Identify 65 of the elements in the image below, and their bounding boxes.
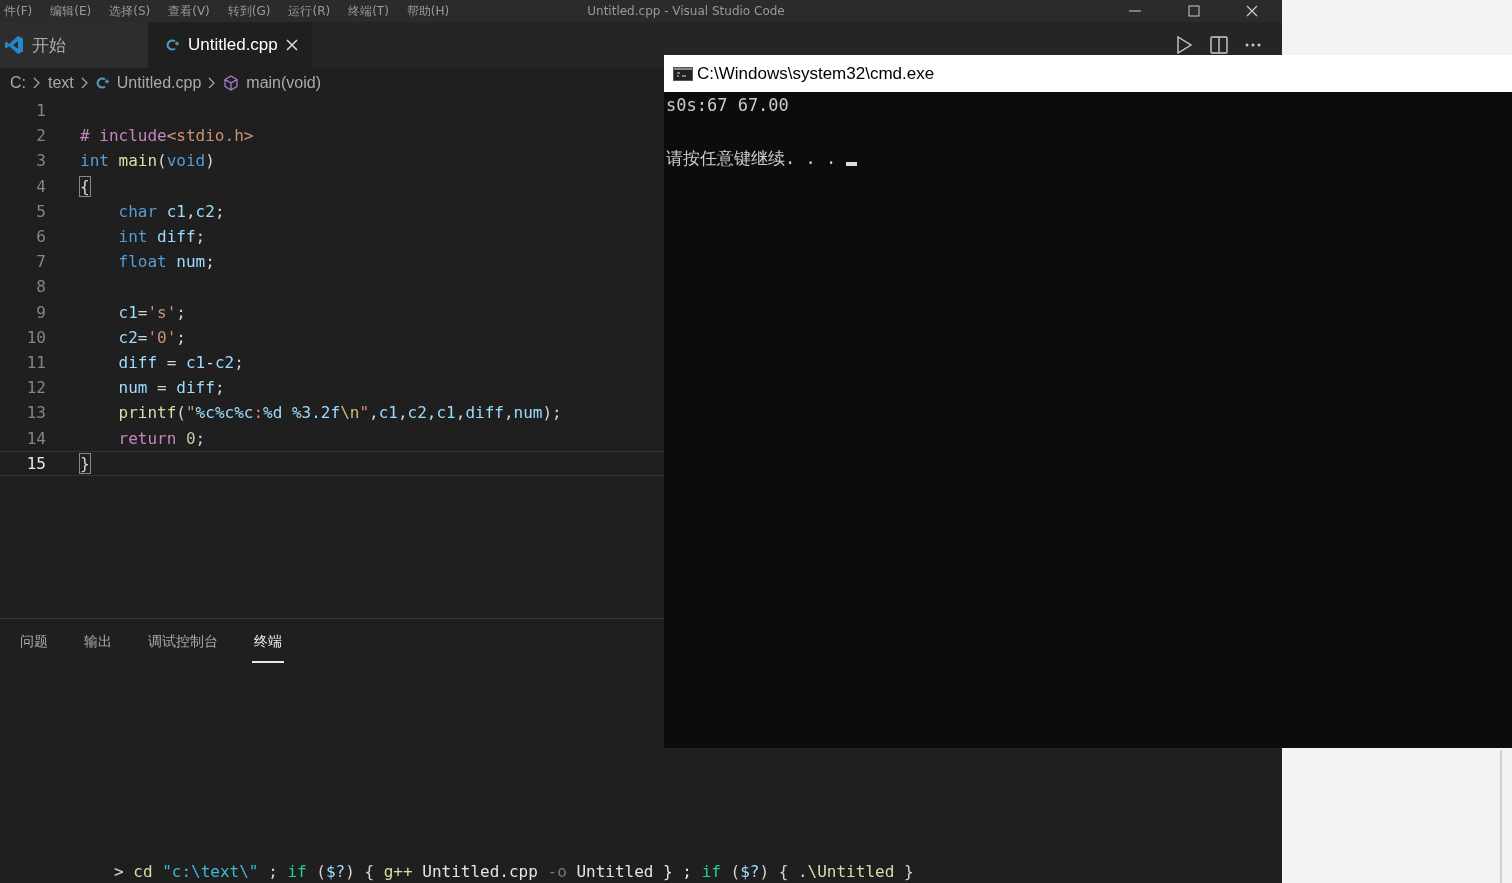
menu-item[interactable]: 件(F)	[4, 2, 33, 20]
editor-tab[interactable]: Untitled.cpp	[148, 22, 312, 68]
run-icon[interactable]	[1174, 35, 1194, 55]
line-number: 14	[25, 428, 46, 448]
close-icon[interactable]	[1246, 5, 1258, 17]
breadcrumb-item[interactable]: main(void)	[246, 74, 321, 92]
code-line: int main(void)	[80, 151, 215, 171]
file-type-icon	[95, 76, 110, 90]
code-line: # include<stdio.h>	[80, 126, 254, 146]
logo-icon	[4, 35, 24, 55]
line-number: 4	[35, 176, 46, 196]
menu-item[interactable]: 转到(G)	[227, 2, 271, 20]
line-number: 13	[25, 403, 46, 423]
terminal-command: > cd "c:\text\" ; if ($?) { g++ Untitled.cpp -o Untitled } ; if ($?) { .\Untitled }	[114, 862, 915, 881]
line-number: 15	[25, 453, 46, 473]
line-number: 10	[25, 327, 46, 347]
chevron-icon	[33, 77, 41, 89]
menu-item[interactable]: 帮助(H)	[406, 2, 450, 20]
code-line: float num;	[118, 252, 215, 272]
code-line: num = diff;	[118, 378, 225, 398]
line-number: 1	[35, 101, 46, 121]
window-title: C:\Windows\system32\cmd.exe	[697, 63, 935, 84]
code-line: printf("%c%c%c:%d %3.2f\n",c1,c2,c1,diff,num);	[118, 403, 562, 423]
menu-item[interactable]: 运行(R)	[288, 2, 331, 20]
cube-icon	[223, 75, 240, 91]
breadcrumb-item[interactable]: text	[48, 74, 74, 92]
code-line: c1='s';	[118, 302, 186, 322]
panel-tab[interactable]: 终端	[252, 633, 284, 663]
chevron-icon	[80, 77, 89, 89]
code-line: int diff;	[118, 227, 206, 247]
code-line: }	[80, 453, 90, 473]
more-icon[interactable]	[1244, 42, 1262, 48]
line-number: 6	[35, 227, 46, 247]
breadcrumb-item[interactable]: Untitled.cpp	[116, 74, 202, 92]
line-number: 7	[35, 252, 46, 272]
line-number: 3	[35, 151, 46, 171]
console-text: 请按任意键继续. . .	[666, 146, 838, 170]
menu-item[interactable]: 选择(S)	[109, 2, 151, 20]
close-icon[interactable]	[285, 39, 298, 51]
menu-item[interactable]: 查看(V)	[168, 2, 210, 20]
panel-tab[interactable]: 问题	[18, 633, 50, 663]
line-number: 9	[35, 302, 46, 322]
menu-item[interactable]: 编辑(E)	[50, 2, 92, 20]
console-text: s0s:67 67.00	[666, 95, 789, 115]
console-icon	[673, 66, 693, 81]
line-number: 11	[25, 352, 46, 372]
line-number: 8	[35, 277, 46, 297]
line-number: 12	[25, 378, 46, 398]
code-line: return 0;	[118, 428, 206, 448]
code-line: c2='0';	[118, 327, 186, 347]
code-line: {	[80, 176, 90, 196]
line-number: 2	[35, 126, 46, 146]
code-line: diff = c1-c2;	[118, 352, 244, 372]
split-editor-icon[interactable]	[1210, 36, 1228, 54]
chevron-icon	[208, 77, 217, 89]
maximize-icon[interactable]	[1188, 5, 1200, 17]
menu-item[interactable]: 终端(T)	[348, 2, 389, 20]
panel-tab[interactable]: 输出	[82, 633, 114, 663]
file-type-icon	[166, 38, 180, 52]
window-title: Untitled.cpp - Visual Studio Code	[587, 4, 786, 18]
code-line: char c1,c2;	[118, 201, 225, 221]
breadcrumb-item[interactable]: C:	[10, 74, 26, 92]
editor-tab[interactable]: 开始	[0, 22, 148, 68]
line-number: 5	[35, 201, 46, 221]
panel-tab[interactable]: 调试控制台	[146, 633, 220, 663]
